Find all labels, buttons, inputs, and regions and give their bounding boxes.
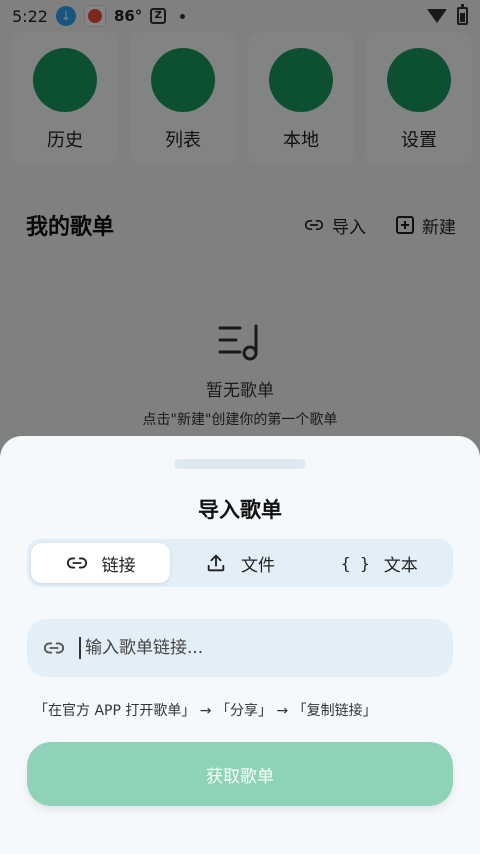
braces-icon: { }: [340, 553, 370, 573]
fetch-playlist-button[interactable]: 获取歌单: [27, 742, 453, 806]
link-icon: [66, 557, 87, 569]
import-playlist-sheet: 导入歌单 链接 文件 { } 文本 「在官方 APP 打开歌单」 → 「分享」 …: [0, 436, 480, 854]
import-mode-tabs: 链接 文件 { } 文本: [27, 539, 453, 587]
upload-icon: [207, 554, 225, 572]
sheet-title: 导入歌单: [198, 498, 282, 522]
import-hint: 「在官方 APP 打开歌单」 → 「分享」 → 「复制链接」: [34, 703, 377, 719]
tab-file[interactable]: 文件: [170, 543, 309, 583]
tab-label: 文件: [240, 555, 275, 576]
link-icon: [43, 642, 65, 654]
text-cursor: [79, 637, 81, 659]
tab-label: 链接: [101, 555, 136, 576]
tab-label: 文本: [383, 555, 418, 576]
playlist-url-field[interactable]: [27, 619, 453, 677]
drag-handle[interactable]: [174, 459, 306, 469]
playlist-url-input[interactable]: [85, 638, 415, 658]
tab-link[interactable]: 链接: [31, 543, 171, 583]
tab-text[interactable]: { } 文本: [310, 543, 449, 583]
